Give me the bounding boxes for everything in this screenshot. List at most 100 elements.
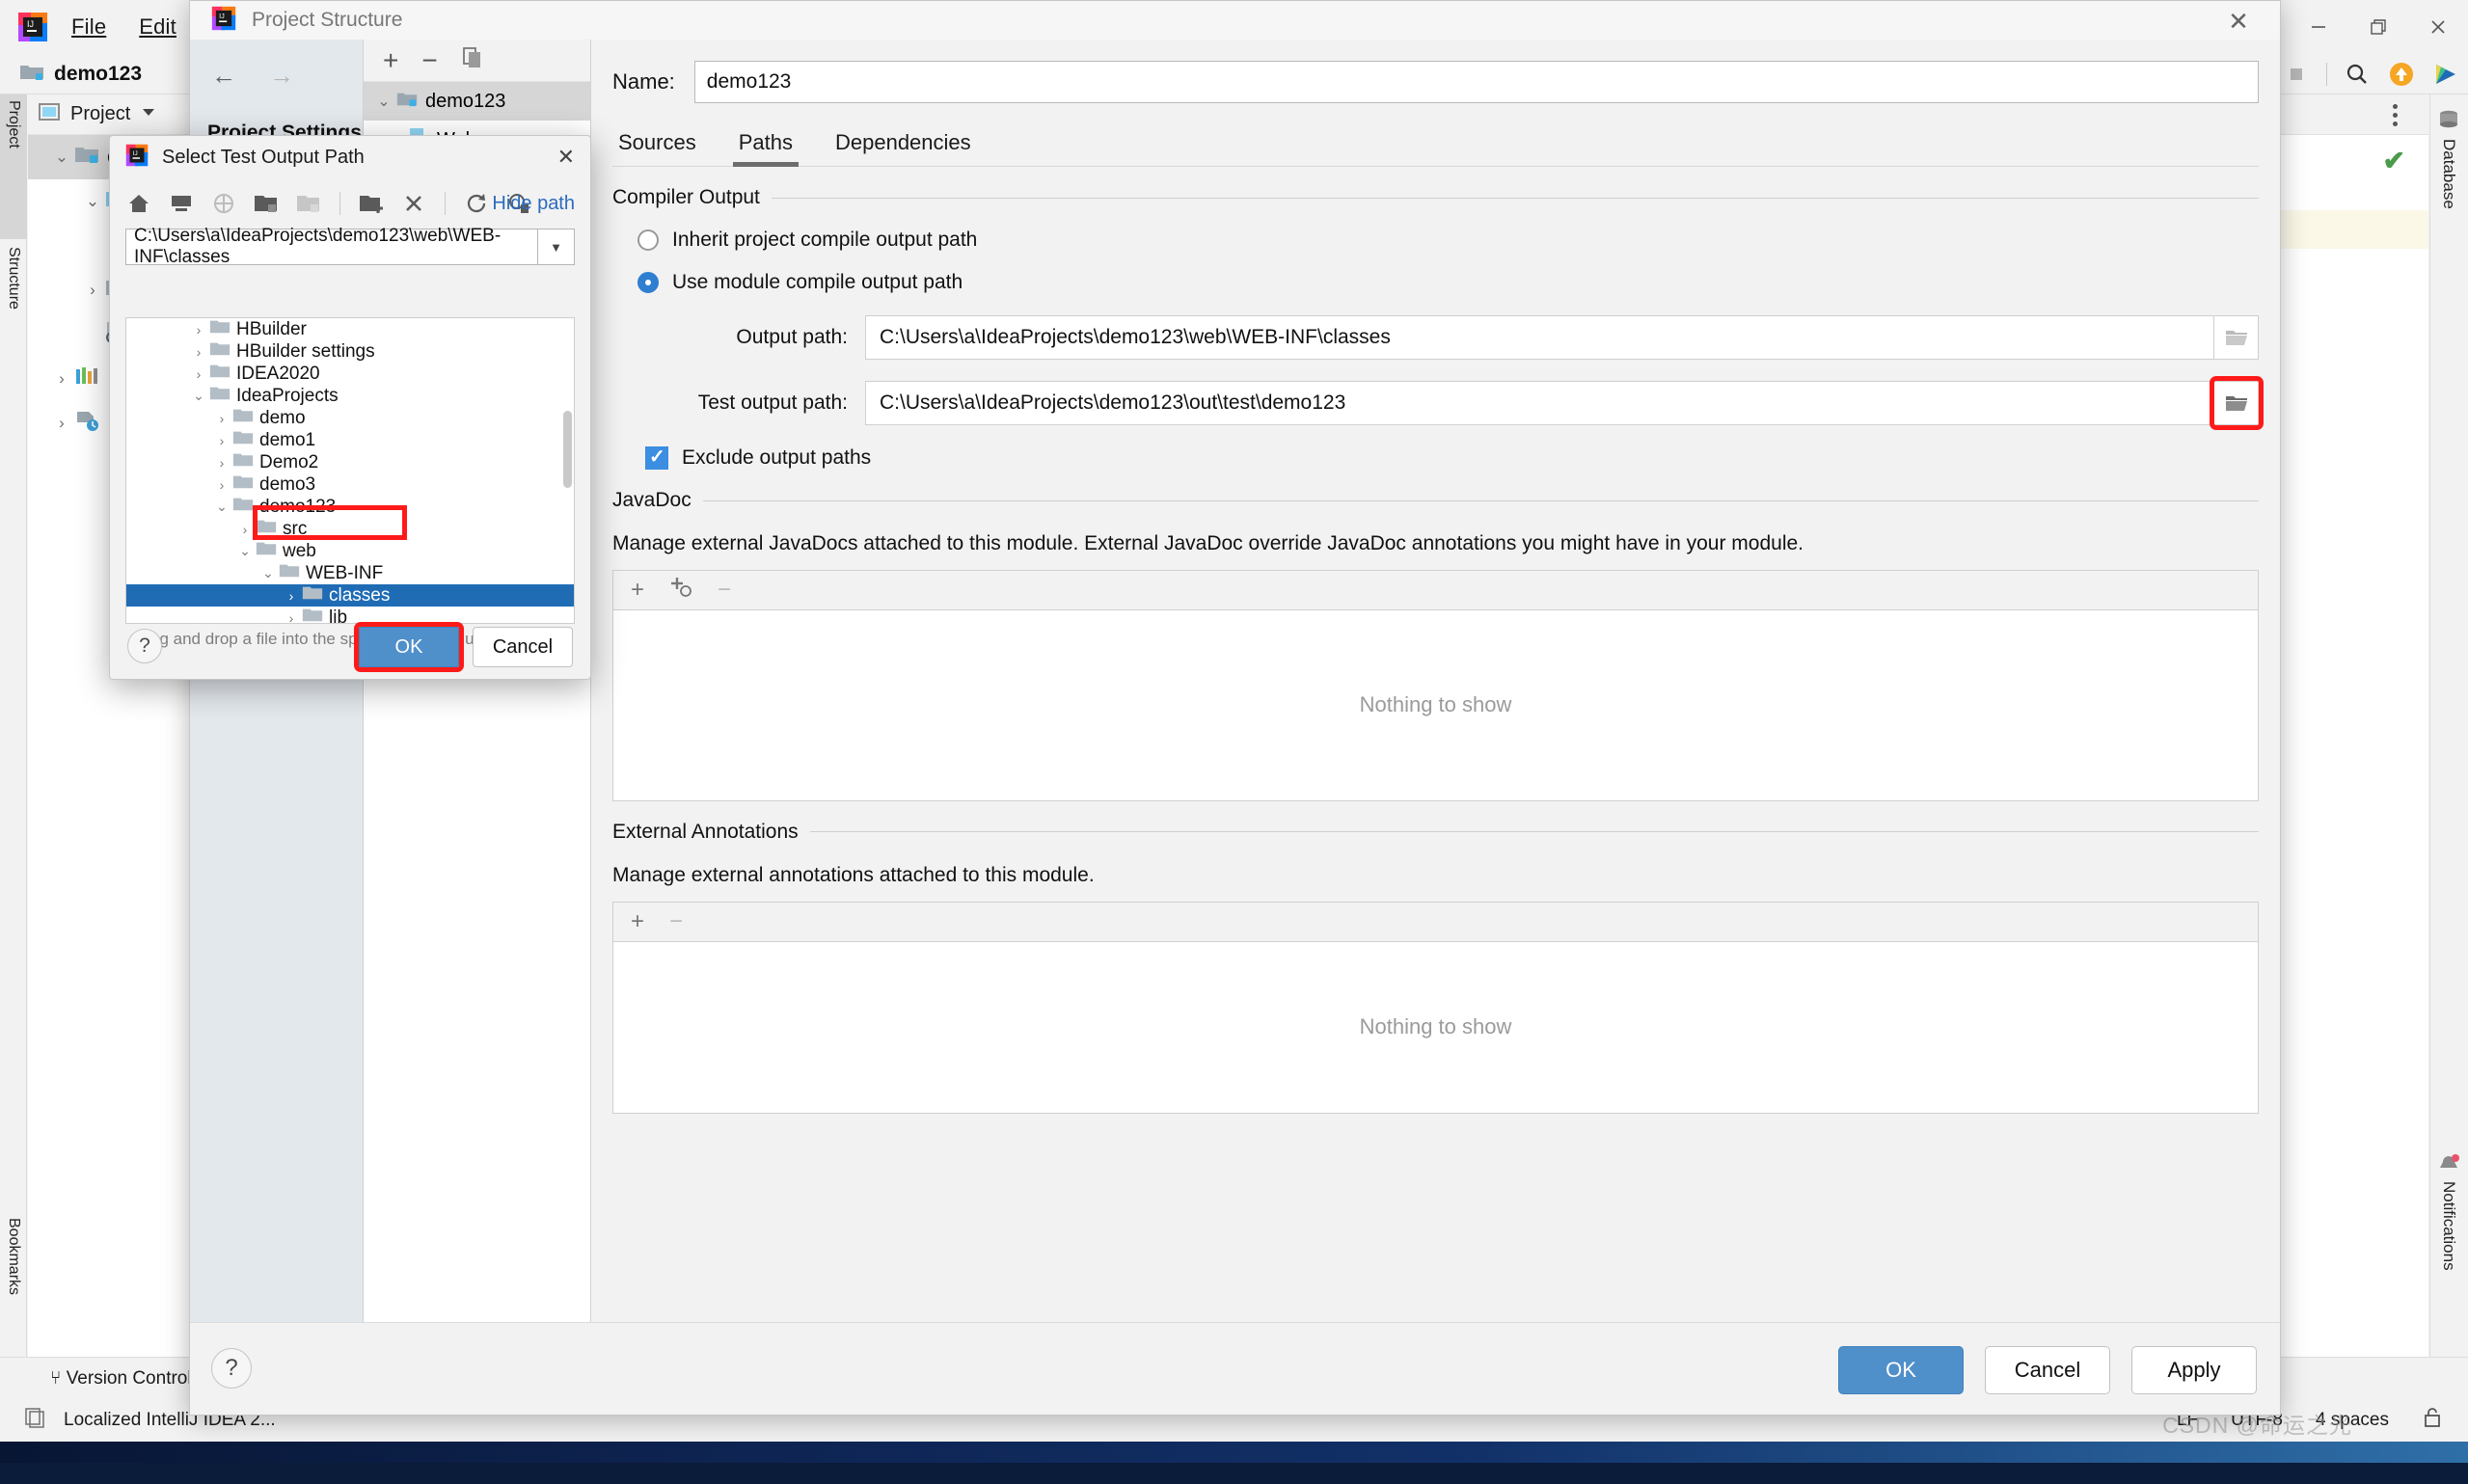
- cancel-button[interactable]: Cancel: [473, 627, 573, 667]
- javadoc-remove-icon[interactable]: −: [718, 577, 731, 604]
- project-chip[interactable]: demo123: [19, 62, 142, 86]
- chevron-right-icon[interactable]: ›: [188, 344, 209, 360]
- chevron-down-icon[interactable]: ⌄: [49, 148, 74, 167]
- toolwindow-tab-database[interactable]: Database: [2429, 102, 2468, 285]
- chevron-right-icon[interactable]: ›: [211, 433, 232, 448]
- chevron-down-icon[interactable]: ⌄: [211, 499, 232, 515]
- file-tree-row[interactable]: › demo: [126, 407, 574, 429]
- tab-paths[interactable]: Paths: [732, 130, 800, 167]
- toolwindow-tab-structure[interactable]: Structure: [0, 241, 27, 395]
- new-folder-icon[interactable]: [358, 190, 385, 217]
- folder-icon: [209, 318, 231, 340]
- output-path-field[interactable]: C:\Users\a\IdeaProjects\demo123\web\WEB-…: [865, 315, 2214, 360]
- file-tree-row[interactable]: ⌄ IdeaProjects: [126, 385, 574, 407]
- exclude-output-paths-row[interactable]: Exclude output paths: [612, 445, 2259, 470]
- module-row-demo123[interactable]: ⌄ demo123: [364, 82, 590, 121]
- chevron-right-icon[interactable]: ›: [80, 281, 105, 300]
- chevron-right-icon[interactable]: ›: [234, 522, 256, 537]
- ide-feature-icon[interactable]: [2431, 60, 2460, 89]
- forward-arrow-icon[interactable]: →: [269, 61, 294, 91]
- tab-sources[interactable]: Sources: [618, 130, 696, 167]
- file-tree-row-classes[interactable]: › classes: [126, 584, 574, 607]
- file-tree-row[interactable]: › HBuilder settings: [126, 340, 574, 363]
- toolwindow-tab-project[interactable]: Project: [0, 94, 27, 239]
- chevron-right-icon[interactable]: ›: [188, 366, 209, 382]
- annotations-remove-icon[interactable]: −: [669, 908, 683, 935]
- search-icon[interactable]: [2343, 60, 2372, 89]
- update-icon[interactable]: [2387, 60, 2416, 89]
- version-control-button[interactable]: ⑂ Version Control: [50, 1368, 192, 1390]
- chevron-down-icon[interactable]: ⌄: [258, 565, 279, 581]
- file-tree-scrollbar[interactable]: [563, 411, 572, 488]
- chevron-right-icon[interactable]: ›: [188, 322, 209, 337]
- tab-dependencies[interactable]: Dependencies: [835, 130, 971, 167]
- menu-item-edit[interactable]: Edit: [137, 12, 178, 42]
- file-tree-row[interactable]: › demo1: [126, 429, 574, 451]
- help-icon[interactable]: ?: [127, 629, 162, 663]
- maximize-icon[interactable]: [2348, 0, 2408, 54]
- test-output-path-field[interactable]: C:\Users\a\IdeaProjects\demo123\out\test…: [865, 381, 2214, 425]
- delete-icon[interactable]: [400, 190, 427, 217]
- desktop-icon[interactable]: [168, 190, 195, 217]
- menu-item-file[interactable]: File: [69, 12, 108, 42]
- toolwindow-tab-notifications[interactable]: Notifications: [2429, 1147, 2468, 1368]
- chevron-down-icon[interactable]: ⌄: [188, 388, 209, 404]
- ok-button[interactable]: OK: [354, 622, 464, 672]
- file-tree-row[interactable]: ⌄ web: [126, 540, 574, 562]
- output-path-browse-button[interactable]: [2214, 315, 2259, 360]
- add-module-icon[interactable]: +: [383, 45, 398, 76]
- close-icon[interactable]: ✕: [2222, 7, 2255, 36]
- more-options-icon[interactable]: [2382, 102, 2407, 127]
- chevron-down-icon[interactable]: ⌄: [234, 543, 256, 559]
- drive-icon[interactable]: [210, 190, 237, 217]
- chevron-down-icon[interactable]: [140, 103, 157, 125]
- module-name-input[interactable]: [693, 61, 2259, 103]
- folder-up-icon[interactable]: [253, 190, 280, 217]
- chevron-right-icon[interactable]: ›: [49, 369, 74, 389]
- file-tree-row[interactable]: › IDEA2020: [126, 363, 574, 385]
- radio-inherit-output[interactable]: [637, 229, 659, 251]
- remove-module-icon[interactable]: −: [421, 45, 437, 76]
- close-icon[interactable]: ✕: [557, 145, 575, 170]
- refresh-icon[interactable]: [463, 190, 490, 217]
- chevron-right-icon[interactable]: ›: [49, 414, 74, 433]
- chevron-down-icon[interactable]: ⌄: [80, 192, 105, 211]
- path-input[interactable]: C:\Users\a\IdeaProjects\demo123\web\WEB-…: [125, 226, 538, 267]
- hide-path-link[interactable]: Hide path: [492, 193, 575, 215]
- file-tree[interactable]: › HBuilder › HBuilder settings › IDEA2020 ⌄…: [125, 317, 575, 624]
- chevron-down-icon[interactable]: ⌄: [371, 92, 396, 111]
- radio-module-output[interactable]: [637, 272, 659, 293]
- test-output-path-browse-button[interactable]: [2210, 376, 2264, 430]
- javadoc-add-url-icon[interactable]: [669, 575, 692, 605]
- close-icon[interactable]: [2408, 0, 2468, 54]
- file-tree-row[interactable]: › demo3: [126, 473, 574, 496]
- javadoc-add-icon[interactable]: +: [631, 577, 644, 604]
- home-icon[interactable]: [125, 190, 152, 217]
- toolwindow-tab-bookmarks[interactable]: Bookmarks: [0, 1212, 27, 1376]
- annotations-add-icon[interactable]: +: [631, 908, 644, 935]
- chevron-right-icon[interactable]: ›: [281, 588, 302, 604]
- file-tree-row[interactable]: › src: [126, 518, 574, 540]
- indent-label[interactable]: 4 spaces: [2316, 1410, 2389, 1431]
- copy-module-icon[interactable]: [461, 46, 484, 74]
- minimize-icon[interactable]: [2289, 0, 2348, 54]
- radio-module-output-row[interactable]: Use module compile output path: [612, 271, 2259, 294]
- radio-inherit-output-row[interactable]: Inherit project compile output path: [612, 229, 2259, 252]
- back-arrow-icon[interactable]: ←: [211, 61, 236, 91]
- file-tree-row[interactable]: › Demo2: [126, 451, 574, 473]
- stop-icon[interactable]: [2282, 60, 2311, 89]
- exclude-output-paths-checkbox[interactable]: [645, 445, 668, 470]
- file-tree-row[interactable]: › HBuilder: [126, 318, 574, 340]
- folder-icon[interactable]: [295, 190, 322, 217]
- help-icon[interactable]: ?: [211, 1348, 252, 1389]
- path-dropdown-icon[interactable]: ▼: [538, 229, 575, 265]
- cancel-button[interactable]: Cancel: [1985, 1346, 2110, 1394]
- chevron-right-icon[interactable]: ›: [211, 477, 232, 493]
- ok-button[interactable]: OK: [1838, 1346, 1964, 1394]
- file-tree-row[interactable]: ⌄ WEB-INF: [126, 562, 574, 584]
- lock-icon[interactable]: [2422, 1406, 2443, 1435]
- file-tree-row[interactable]: ⌄ demo123: [126, 496, 574, 518]
- chevron-right-icon[interactable]: ›: [211, 411, 232, 426]
- apply-button[interactable]: Apply: [2131, 1346, 2257, 1394]
- chevron-right-icon[interactable]: ›: [211, 455, 232, 471]
